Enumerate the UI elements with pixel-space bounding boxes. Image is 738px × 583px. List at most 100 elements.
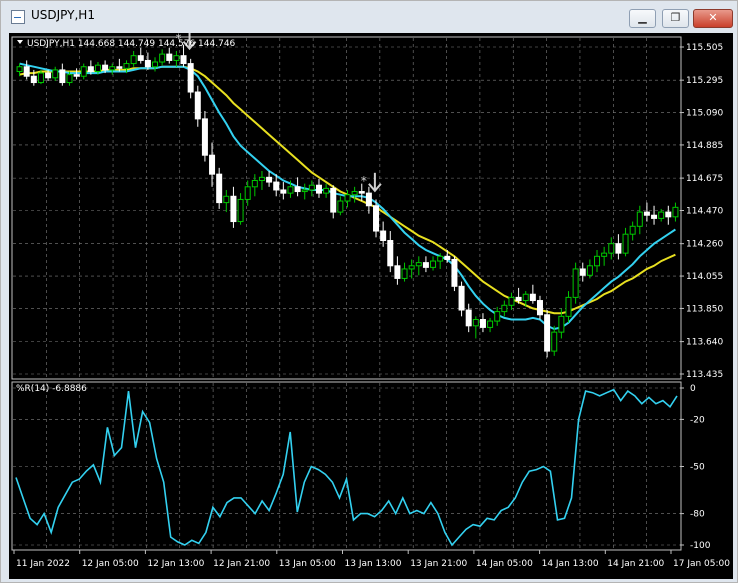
bull-candle-body: [522, 293, 529, 302]
wpr-label: %R(14) -6.8886: [16, 384, 87, 394]
bear-candle-body: [59, 69, 66, 84]
bull-candle-body: [636, 211, 643, 227]
chart-window-icon: [11, 10, 25, 24]
time-tick-label: 12 Jan 05:00: [82, 559, 139, 569]
price-tick-label: 115.295: [686, 76, 723, 86]
bear-candle-body: [515, 296, 522, 302]
bull-candle-body: [237, 198, 244, 223]
time-tick-label: 12 Jan 21:00: [213, 559, 270, 569]
bear-candle-body: [23, 66, 30, 77]
bear-candle-body: [137, 55, 144, 61]
bear-candle-body: [479, 319, 486, 328]
grid: [13, 38, 680, 549]
bull-candle-body: [551, 331, 558, 352]
bear-candle-body: [294, 186, 301, 193]
bull-candle-body: [109, 66, 116, 71]
bear-candle-body: [579, 268, 586, 276]
price-chart-svg[interactable]: ** 115.505115.295115.090114.885114.67511…: [9, 33, 733, 579]
bull-candle-body: [16, 66, 23, 72]
restore-icon: ❐: [670, 11, 681, 24]
time-tick-label: 17 Jan 05:00: [673, 559, 730, 569]
bear-candle-body: [380, 230, 387, 242]
bull-candle-body: [601, 252, 608, 257]
time-tick-label: 14 Jan 21:00: [607, 559, 664, 569]
bear-candle-body: [365, 192, 372, 207]
bull-candle-body: [437, 255, 444, 262]
wpr-tick-label: -100: [690, 541, 711, 551]
window-title: USDJPY,H1: [31, 8, 95, 22]
price-tick-label: 114.055: [686, 272, 723, 282]
bear-candle-body: [266, 176, 273, 183]
bear-candle-body: [615, 243, 622, 254]
title-bar[interactable]: USDJPY,H1 ▁ ❐ ✕: [1, 1, 737, 31]
bear-candle-body: [529, 293, 536, 302]
bull-candle-body: [401, 268, 408, 279]
bear-candle-body: [465, 309, 472, 327]
bull-candle-body: [487, 320, 494, 328]
bull-candle-body: [323, 187, 330, 194]
bull-candle-body: [565, 296, 572, 317]
bull-candle-body: [658, 211, 665, 219]
price-tick-label: 114.675: [686, 174, 723, 184]
price-tick-label: 113.435: [686, 370, 723, 380]
minimize-button[interactable]: ▁: [629, 9, 656, 28]
bear-candle-body: [116, 66, 123, 69]
price-tick-label: 115.505: [686, 43, 723, 53]
close-button[interactable]: ✕: [693, 9, 733, 28]
trade-markers: **: [176, 33, 382, 193]
bull-candle-body: [501, 304, 508, 313]
bear-candle-body: [194, 91, 201, 120]
bull-candle-body: [572, 268, 579, 298]
bull-candle-body: [223, 195, 230, 204]
bear-candle-body: [280, 189, 287, 194]
bull-candle-body: [152, 61, 159, 68]
marker-star-icon: *: [361, 174, 367, 188]
bull-candle-body: [408, 265, 415, 270]
bull-candle-body: [94, 64, 101, 72]
symbol-info-line: USDJPY,H1 144.668 144.749 144.576 144.74…: [27, 39, 236, 49]
collapse-triangle-icon[interactable]: [17, 40, 23, 44]
price-tick-label: 113.640: [686, 338, 723, 348]
price-tick-label: 114.260: [686, 240, 723, 250]
bear-candle-body: [458, 285, 465, 311]
minimize-icon: ▁: [638, 11, 647, 24]
bull-candle-body: [123, 63, 130, 69]
bull-candle-body: [622, 233, 629, 254]
bear-candle-body: [144, 59, 151, 68]
time-tick-label: 13 Jan 05:00: [279, 559, 336, 569]
bear-candle-body: [373, 205, 380, 232]
bull-candle-body: [66, 74, 73, 84]
time-tick-label: 12 Jan 13:00: [147, 559, 204, 569]
bear-candle-body: [444, 255, 451, 260]
time-tick-label: 13 Jan 21:00: [410, 559, 467, 569]
bear-candle-body: [209, 154, 216, 175]
bull-candle-body: [308, 184, 315, 191]
bear-candle-body: [651, 214, 658, 219]
bear-candle-body: [102, 64, 109, 71]
bull-candle-body: [586, 265, 593, 276]
bull-candle-body: [430, 260, 437, 268]
bear-candle-body: [665, 211, 672, 218]
bear-candle-body: [201, 118, 208, 156]
time-tick-label: 14 Jan 05:00: [476, 559, 533, 569]
wpr-axis: 0 -20 -50 -80 -100: [680, 384, 711, 551]
wpr-tick-label: 0: [690, 384, 696, 394]
bull-candle-body: [472, 319, 479, 327]
bull-candle-body: [508, 296, 515, 306]
time-axis: 11 Jan 2022 12 Jan 05:00 12 Jan 13:00 12 Ja…: [13, 550, 730, 569]
restore-button[interactable]: ❐: [662, 9, 689, 28]
bull-candle-body: [80, 66, 87, 77]
wpr-tick-label: -20: [690, 415, 705, 425]
bear-candle-body: [187, 63, 194, 93]
bear-candle-body: [87, 66, 94, 72]
price-tick-label: 114.885: [686, 141, 723, 151]
bear-candle-body: [73, 74, 80, 77]
bull-candle-body: [344, 194, 351, 202]
time-tick-label: 13 Jan 13:00: [345, 559, 402, 569]
bull-candle-body: [594, 255, 601, 267]
bull-candle-body: [37, 72, 44, 84]
bear-candle-body: [394, 265, 401, 279]
bull-candle-body: [415, 262, 422, 267]
chart-area[interactable]: * * 115.505 115.295 115.090 114.885 114.675 11…: [9, 33, 733, 579]
bull-candle-body: [494, 311, 501, 322]
